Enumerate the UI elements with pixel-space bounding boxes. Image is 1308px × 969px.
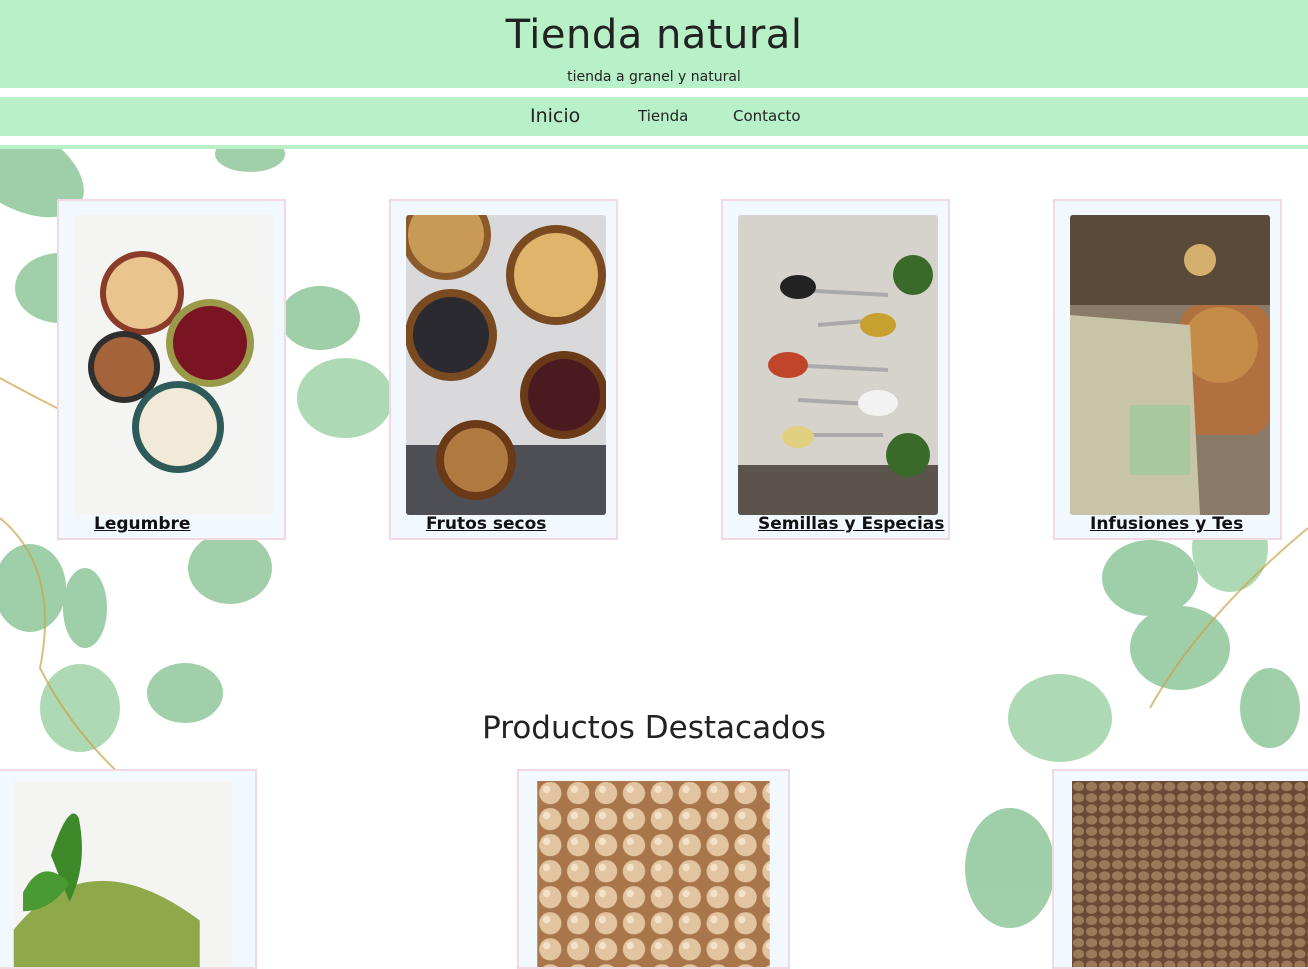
nav-contacto[interactable]: Contacto: [733, 97, 801, 136]
category-card-infusiones[interactable]: Infusiones y Tes: [1053, 199, 1282, 540]
category-label[interactable]: Infusiones y Tes: [1055, 510, 1280, 538]
site-header: Tienda natural tienda a granel y natural: [0, 0, 1308, 88]
lentils-photo: [1065, 781, 1308, 967]
site-title: Tienda natural: [505, 12, 803, 58]
featured-product-card[interactable]: [0, 769, 257, 969]
chickpeas-photo: [530, 781, 777, 967]
category-card-frutos-secos[interactable]: Frutos secos: [389, 199, 618, 540]
matcha-powder-photo: [2, 781, 244, 967]
category-label[interactable]: Frutos secos: [391, 510, 616, 538]
legumes-photo: [74, 215, 274, 515]
category-label[interactable]: Semillas y Especias: [723, 510, 948, 538]
featured-product-card[interactable]: [517, 769, 790, 969]
nav-inicio[interactable]: Inicio: [530, 97, 580, 136]
featured-heading: Productos Destacados: [482, 710, 826, 746]
nuts-photo: [406, 215, 606, 515]
site-subtitle: tienda a granel y natural: [567, 69, 741, 85]
nav-tienda[interactable]: Tienda: [638, 97, 688, 136]
category-card-legumbre[interactable]: Legumbre: [57, 199, 286, 540]
header-divider: [0, 145, 1308, 149]
spices-photo: [738, 215, 938, 515]
featured-product-card[interactable]: [1052, 769, 1308, 969]
category-card-semillas[interactable]: Semillas y Especias: [721, 199, 950, 540]
category-label[interactable]: Legumbre: [59, 510, 284, 538]
tea-photo: [1070, 215, 1270, 515]
main-nav: Inicio Tienda Contacto: [0, 97, 1308, 136]
